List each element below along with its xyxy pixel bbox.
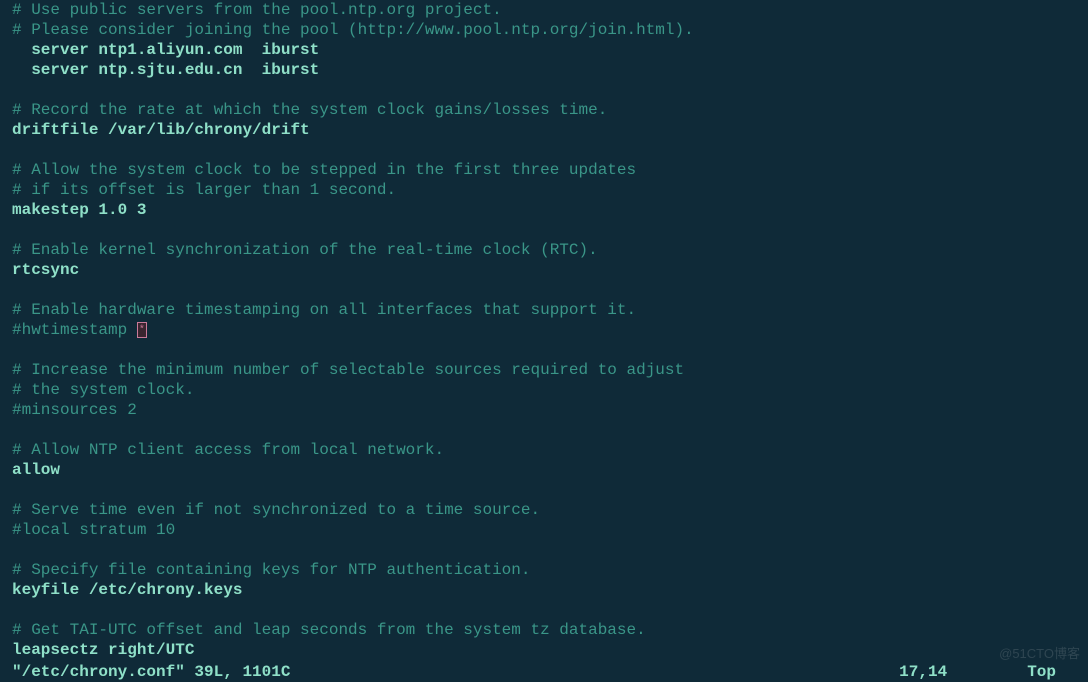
editor-viewport[interactable]: # Use public servers from the pool.ntp.o… <box>0 0 1088 660</box>
directive-text: server ntp.sjtu.edu.cn iburst <box>12 61 319 79</box>
directive-text: makestep 1.0 3 <box>12 201 146 219</box>
editor-line[interactable] <box>12 540 1076 560</box>
status-scroll-indicator: Top <box>1027 662 1076 682</box>
comment-text: # Allow the system clock to be stepped i… <box>12 161 636 179</box>
comment-text: # Use public servers from the pool.ntp.o… <box>12 1 502 19</box>
vim-status-bar: "/etc/chrony.conf" 39L, 1101C 17,14 Top <box>0 662 1088 682</box>
directive-text: driftfile /var/lib/chrony/drift <box>12 121 310 139</box>
editor-line[interactable]: # Enable kernel synchronization of the r… <box>12 240 1076 260</box>
comment-text: # Enable kernel synchronization of the r… <box>12 241 598 259</box>
editor-line[interactable] <box>12 600 1076 620</box>
comment-text: # Increase the minimum number of selecta… <box>12 361 684 379</box>
comment-text: #minsources 2 <box>12 401 137 419</box>
editor-line[interactable]: # Increase the minimum number of selecta… <box>12 360 1076 380</box>
comment-text: # Enable hardware timestamping on all in… <box>12 301 636 319</box>
editor-line[interactable] <box>12 80 1076 100</box>
editor-line[interactable]: keyfile /etc/chrony.keys <box>12 580 1076 600</box>
editor-line[interactable]: # the system clock. <box>12 380 1076 400</box>
status-cursor-position: 17,14 <box>899 662 1027 682</box>
editor-line[interactable] <box>12 280 1076 300</box>
editor-line[interactable] <box>12 340 1076 360</box>
editor-line[interactable]: server ntp.sjtu.edu.cn iburst <box>12 60 1076 80</box>
comment-text: # if its offset is larger than 1 second. <box>12 181 396 199</box>
editor-line[interactable]: #minsources 2 <box>12 400 1076 420</box>
editor-line[interactable] <box>12 480 1076 500</box>
editor-line[interactable] <box>12 140 1076 160</box>
comment-text: # Serve time even if not synchronized to… <box>12 501 540 519</box>
comment-text: # Get TAI-UTC offset and leap seconds fr… <box>12 621 646 639</box>
cursor-icon <box>137 322 147 338</box>
directive-text: leapsectz right/UTC <box>12 641 194 659</box>
editor-line[interactable] <box>12 420 1076 440</box>
editor-line[interactable]: # if its offset is larger than 1 second. <box>12 180 1076 200</box>
editor-line[interactable]: # Allow NTP client access from local net… <box>12 440 1076 460</box>
editor-line[interactable]: # Record the rate at which the system cl… <box>12 100 1076 120</box>
directive-text: keyfile /etc/chrony.keys <box>12 581 242 599</box>
editor-line[interactable]: rtcsync <box>12 260 1076 280</box>
editor-line[interactable]: # Allow the system clock to be stepped i… <box>12 160 1076 180</box>
editor-line[interactable]: driftfile /var/lib/chrony/drift <box>12 120 1076 140</box>
editor-line[interactable]: # Specify file containing keys for NTP a… <box>12 560 1076 580</box>
editor-line[interactable]: #hwtimestamp <box>12 320 1076 340</box>
comment-text: # Please consider joining the pool (http… <box>12 21 694 39</box>
editor-line[interactable]: server ntp1.aliyun.com iburst <box>12 40 1076 60</box>
editor-line[interactable]: #local stratum 10 <box>12 520 1076 540</box>
editor-line[interactable]: makestep 1.0 3 <box>12 200 1076 220</box>
editor-line[interactable]: # Use public servers from the pool.ntp.o… <box>12 0 1076 20</box>
editor-line[interactable]: # Please consider joining the pool (http… <box>12 20 1076 40</box>
editor-line[interactable] <box>12 220 1076 240</box>
comment-text: # Allow NTP client access from local net… <box>12 441 444 459</box>
editor-line[interactable]: # Get TAI-UTC offset and leap seconds fr… <box>12 620 1076 640</box>
editor-line[interactable]: # Serve time even if not synchronized to… <box>12 500 1076 520</box>
status-file-info: "/etc/chrony.conf" 39L, 1101C <box>12 662 290 682</box>
directive-text: rtcsync <box>12 261 79 279</box>
directive-text: allow <box>12 461 60 479</box>
editor-line[interactable]: allow <box>12 460 1076 480</box>
comment-text: # Specify file containing keys for NTP a… <box>12 561 530 579</box>
editor-line[interactable]: # Enable hardware timestamping on all in… <box>12 300 1076 320</box>
comment-text: # the system clock. <box>12 381 194 399</box>
comment-text: #local stratum 10 <box>12 521 175 539</box>
editor-line[interactable]: leapsectz right/UTC <box>12 640 1076 660</box>
directive-text: server ntp1.aliyun.com iburst <box>12 41 319 59</box>
comment-text: #hwtimestamp <box>12 321 137 339</box>
comment-text: # Record the rate at which the system cl… <box>12 101 607 119</box>
